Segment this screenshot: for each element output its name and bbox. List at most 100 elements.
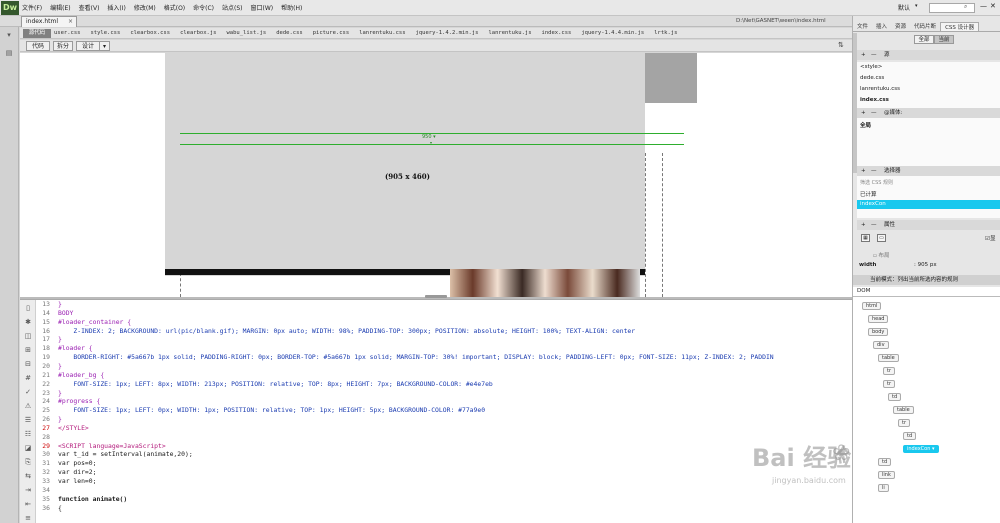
close-tab-icon[interactable]: × [68,17,73,27]
code-text[interactable]: } [58,335,62,344]
code-text[interactable]: #loader { [58,344,93,353]
code-line[interactable]: 19 BORDER-RIGHT: #5a667b 1px solid; PADD… [36,353,852,362]
code-line[interactable]: 27 </STYLE> [36,424,852,433]
selector-computed[interactable]: 已计算 [860,190,877,198]
add-property-icon[interactable]: + [861,220,866,230]
tab-current[interactable]: 当前 [934,35,954,44]
add-source-icon[interactable]: + [861,50,866,60]
related-file-link[interactable]: style.css [91,30,121,36]
chevron-down-icon[interactable]: ▾ [915,3,918,9]
related-file-link[interactable]: picture.css [313,30,349,36]
source-item[interactable]: <style> [860,62,882,72]
highlight-invalid-icon[interactable]: ✓ [23,387,33,397]
property-value[interactable]: : 905 px [914,262,937,268]
related-file-link[interactable]: jquery-1.4.2.min.js [416,30,479,36]
remove-comment-icon[interactable]: ☷ [23,429,33,439]
collapse-icon[interactable]: ✱ [23,317,33,327]
select-parent-icon[interactable]: ⊞ [23,345,33,355]
design-view-button[interactable]: 设计 [76,41,100,51]
code-text[interactable]: } [58,300,62,309]
code-line[interactable]: 33 var len=0; [36,477,852,486]
panel-tab[interactable]: 代码片断 [910,22,940,31]
code-text[interactable]: FONT-SIZE: 1px; LEFT: 0px; WIDTH: 1px; P… [58,406,485,415]
related-file-link[interactable]: wabu_list.js [227,30,267,36]
code-line[interactable]: 14 BODY [36,309,852,318]
design-view-dropdown[interactable]: ▾ [100,41,110,51]
code-text[interactable]: var t_id = setInterval(animate,20); [58,450,193,459]
code-line[interactable]: 28 [36,433,852,442]
code-line[interactable]: 29 <SCRIPT language=JavaScript> [36,442,852,451]
add-selector-icon[interactable]: + [861,166,866,176]
related-file-link[interactable]: clearbox.css [130,30,170,36]
code-text[interactable]: { [58,504,62,513]
workspace-switcher[interactable]: 默认 [898,3,910,12]
search-input[interactable] [929,3,975,13]
minimize-button[interactable]: — [980,2,987,10]
search-icon[interactable]: ⌕ [964,3,967,11]
menu-item[interactable]: 插入(I) [107,3,125,12]
indent-icon[interactable]: ⇥ [23,485,33,495]
selector-selected[interactable]: indexCon [857,200,1000,209]
code-text[interactable]: function animate() [58,495,127,504]
panel-tab[interactable]: 资源 [891,22,910,31]
code-text[interactable]: BODY [58,309,73,318]
code-line[interactable]: 22 FONT-SIZE: 1px; LEFT: 8px; WIDTH: 213… [36,380,852,389]
dom-node[interactable]: tr [883,380,896,388]
expand-all-icon[interactable]: ◫ [23,331,33,341]
show-set-checkbox[interactable]: ☑显 [985,234,995,242]
related-file-link[interactable]: lrtk.js [654,30,677,36]
width-guide-label[interactable]: 950 ▾ [422,134,436,140]
code-line[interactable]: 18 #loader { [36,344,852,353]
menu-item[interactable]: 命令(C) [193,3,214,12]
text-icon[interactable]: ▭ [877,234,886,242]
dom-node[interactable]: tr [898,419,911,427]
dom-node[interactable]: html [862,302,882,310]
photo-strip-image[interactable] [450,269,640,297]
code-text[interactable]: </STYLE> [58,424,89,433]
code-editor[interactable]: 13} 14 BODY 15 #loader_container {16 Z-INDEX… [36,300,852,523]
dom-node[interactable]: table [893,406,914,414]
dom-node[interactable]: head [868,315,889,323]
code-text[interactable]: var pos=0; [58,459,96,468]
line-numbers-icon[interactable]: # [23,373,33,383]
dom-tab[interactable]: DOM [857,288,870,294]
menu-item[interactable]: 格式(O) [164,3,185,12]
code-line[interactable]: 15 #loader_container { [36,318,852,327]
selector-filter-input[interactable]: 筛选 CSS 规则 [860,179,893,186]
source-item[interactable]: dede.css [860,73,884,83]
page-container[interactable] [165,53,645,276]
apply-comment-icon[interactable]: ☰ [23,415,33,425]
menu-item[interactable]: 修改(M) [134,3,156,12]
menu-item[interactable]: 文件(F) [22,3,42,12]
tab-all[interactable]: 全部 [914,35,934,44]
remove-media-icon[interactable]: — [871,108,877,118]
code-line[interactable]: 23} [36,389,852,398]
add-media-icon[interactable]: + [861,108,866,118]
panel-tab[interactable]: 插入 [872,22,891,31]
width-guide[interactable]: 950 ▾ ▾ [180,133,684,145]
code-text[interactable]: <SCRIPT language=JavaScript> [58,442,166,451]
code-text[interactable]: #progress { [58,397,100,406]
related-file-link[interactable]: dede.css [276,30,303,36]
code-text[interactable]: #loader_bg { [58,371,104,380]
media-global[interactable]: 全局 [860,121,871,131]
code-line[interactable]: 30 var t_id = setInterval(animate,20); [36,450,852,459]
code-view-button[interactable]: 代码 [26,41,50,51]
wrap-tag-icon[interactable]: ◪ [23,443,33,453]
remove-selector-icon[interactable]: — [871,166,877,176]
menu-item[interactable]: 帮助(H) [281,3,302,12]
arrow-down-icon[interactable]: ▾ [4,31,14,41]
design-view[interactable]: 950 ▾ ▾ (905 x 460) [20,53,852,297]
code-line[interactable]: 26} [36,415,852,424]
code-line[interactable]: 36 { [36,504,852,513]
sort-icon[interactable]: ⇅ [838,41,844,49]
related-file-link[interactable]: lanrentuku.css [359,30,405,36]
source-item-selected[interactable]: index.css [860,95,889,105]
code-line[interactable]: 35 function animate() [36,495,852,504]
open-documents-icon[interactable]: ▯ [23,303,33,313]
layout-icon[interactable]: ▦ [861,234,870,242]
move-css-icon[interactable]: ⇆ [23,471,33,481]
dom-node[interactable]: tr [883,367,896,375]
related-file-link[interactable]: user.css [54,30,81,36]
related-file-link[interactable]: index.css [542,30,572,36]
